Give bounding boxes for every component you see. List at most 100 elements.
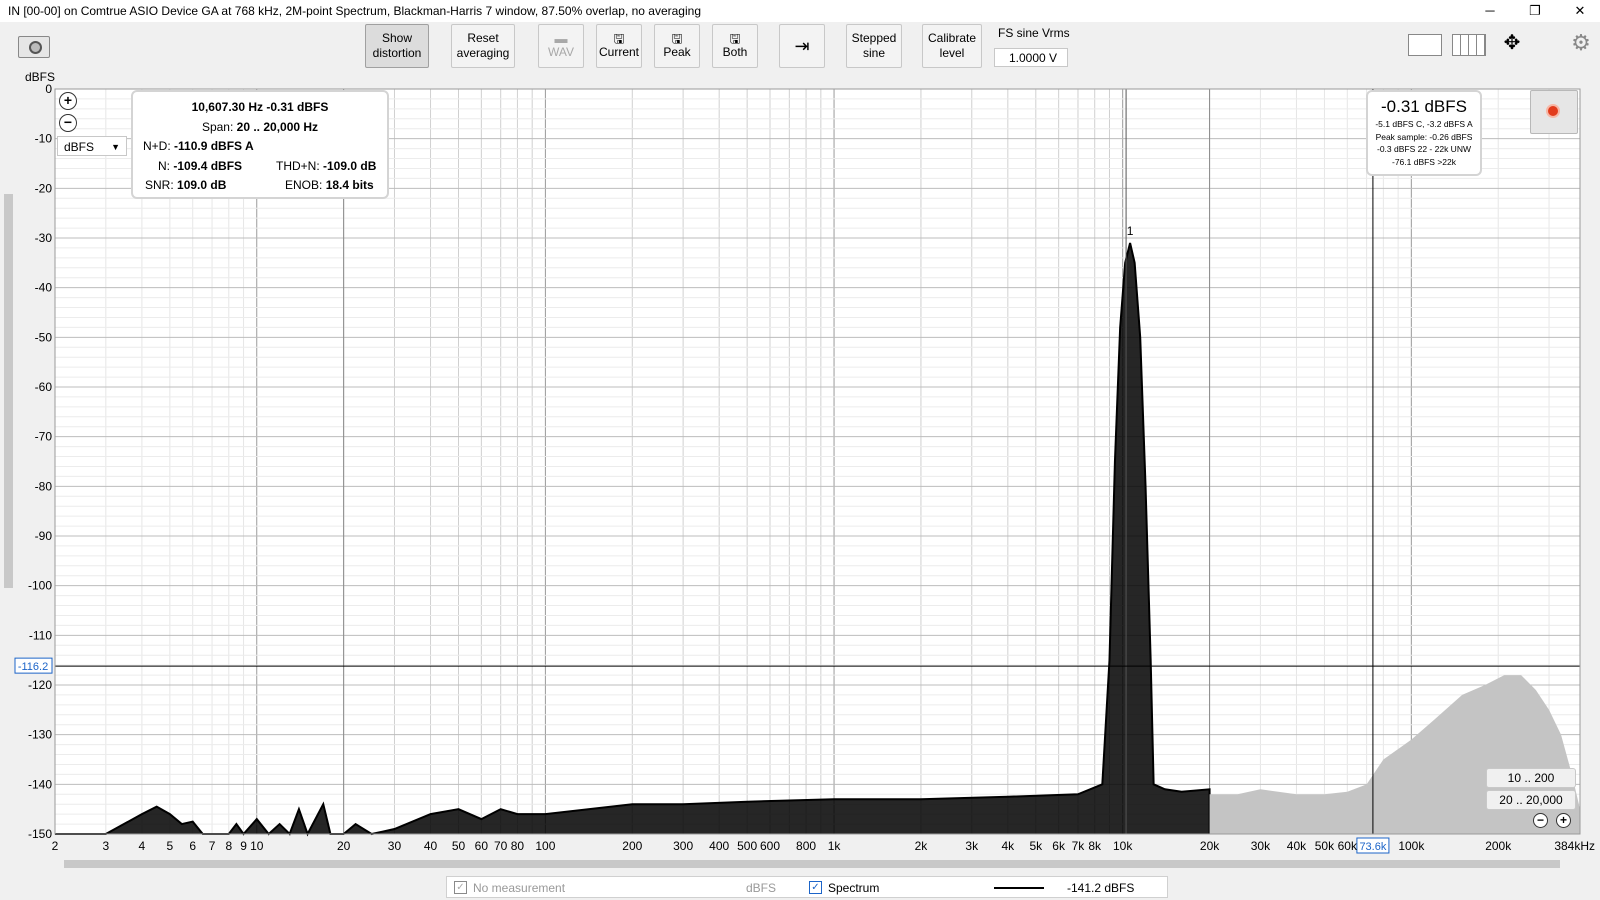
legend-bar: ✓ No measurement dBFS ✓ Spectrum -141.2 … <box>446 876 1168 898</box>
x-tick-label: 50k <box>1315 839 1335 853</box>
y-tick-label: -100 <box>28 579 52 593</box>
y-tick-label: -90 <box>35 529 53 543</box>
level-readout: -0.31 dBFS -5.1 dBFS C, -3.2 dBFS A Peak… <box>1366 90 1482 176</box>
thdn-value: -109.0 dB <box>323 159 377 173</box>
x-tick-label: 30 <box>388 839 402 853</box>
cursor-x-label: 73.6k <box>1359 841 1386 853</box>
x-tick-label: 20 <box>337 839 351 853</box>
n-label: N: <box>158 159 170 173</box>
x-tick-label: 70 <box>494 839 508 853</box>
y-tick-label: -60 <box>35 380 53 394</box>
y-tick-label: -140 <box>28 777 52 791</box>
x-tick-label: 300 <box>673 839 693 853</box>
range-20-20000-button[interactable]: 20 .. 20,000 <box>1486 790 1576 810</box>
x-zoom-in-icon[interactable]: + <box>1556 813 1571 828</box>
nd-value: -110.9 dBFS A <box>174 139 254 153</box>
y-tick-label: -50 <box>35 330 53 344</box>
y-tick-label: -20 <box>35 181 53 195</box>
x-tick-label: 40k <box>1287 839 1307 853</box>
y-tick-label: -80 <box>35 479 53 493</box>
x-tick-label: 384kHz <box>1554 839 1595 853</box>
snr-value: 109.0 dB <box>177 178 227 192</box>
nd-label: N+D: <box>143 139 171 153</box>
x-tick-label: 1k <box>828 839 842 853</box>
record-button[interactable] <box>1530 90 1578 134</box>
unit-select[interactable]: dBFS ▼ <box>57 136 127 156</box>
peak-label: 1 <box>1127 224 1134 238</box>
y-tick-label: -40 <box>35 281 53 295</box>
x-tick-label: 200k <box>1485 839 1512 853</box>
vertical-scrollbar[interactable] <box>4 96 13 826</box>
x-tick-label: 20k <box>1200 839 1220 853</box>
level-main-value: -0.31 dBFS <box>1381 97 1467 116</box>
x-tick-label: 10 <box>250 839 264 853</box>
freq-level-readout: 10,607.30 Hz -0.31 dBFS <box>191 100 329 114</box>
enob-label: ENOB: <box>285 178 323 192</box>
x-tick-label: 2k <box>915 839 929 853</box>
level-line: -76.1 dBFS >22k <box>1391 156 1457 167</box>
spectrum-line-swatch <box>994 887 1044 889</box>
y-tick-label: -70 <box>35 430 53 444</box>
cursor-readout-value: -141.2 dBFS <box>1067 881 1135 895</box>
y-tick-label: -110 <box>29 628 52 642</box>
x-tick-label: 7k <box>1072 839 1086 853</box>
unit-select-value: dBFS <box>64 140 95 154</box>
x-tick-label: 600 <box>760 839 780 853</box>
measurement-readout: 10,607.30 Hz -0.31 dBFS Span: 20 .. 20,0… <box>131 90 389 199</box>
x-tick-label: 3 <box>102 839 109 853</box>
x-tick-label: 4 <box>139 839 146 853</box>
n-value: -109.4 dBFS <box>173 159 243 173</box>
plot-area <box>55 89 1580 834</box>
x-tick-label: 8k <box>1088 839 1102 853</box>
x-tick-label: 200 <box>622 839 642 853</box>
x-tick-label: 500 <box>737 839 757 853</box>
span-label: Span: <box>201 120 234 134</box>
y-axis-unit-label: dBFS <box>25 70 56 84</box>
horizontal-scrollbar[interactable] <box>64 860 1560 868</box>
x-tick-label: 10k <box>1113 839 1133 853</box>
chevron-down-icon: ▼ <box>111 142 120 152</box>
zoom-in-icon[interactable]: + <box>59 92 77 110</box>
x-tick-label: 6k <box>1052 839 1066 853</box>
x-tick-label: 50 <box>452 839 466 853</box>
level-line: -0.3 dBFS 22 - 22k UNW <box>1376 144 1471 154</box>
y-tick-label: -120 <box>28 678 52 692</box>
vertical-scrollbar-thumb[interactable] <box>4 194 13 588</box>
x-tick-label: 9 <box>240 839 247 853</box>
x-tick-label: 3k <box>965 839 979 853</box>
x-tick-label: 60k <box>1338 839 1358 853</box>
x-tick-label: 100k <box>1398 839 1425 853</box>
x-tick-label: 800 <box>796 839 816 853</box>
x-tick-label: 40 <box>424 839 438 853</box>
record-icon <box>1546 104 1560 118</box>
y-tick-label: 0 <box>45 82 52 96</box>
x-tick-label: 30k <box>1251 839 1271 853</box>
y-tick-label: -130 <box>28 728 52 742</box>
x-tick-label: 7 <box>209 839 216 853</box>
x-tick-label: 8 <box>225 839 232 853</box>
zoom-out-icon[interactable]: − <box>59 114 77 132</box>
x-tick-label: 2 <box>52 839 59 853</box>
y-tick-label: -10 <box>35 132 53 146</box>
y-tick-label: -30 <box>35 231 53 245</box>
snr-label: SNR: <box>145 178 174 192</box>
spectrum-checkbox[interactable]: ✓ <box>809 881 822 894</box>
y-tick-label: -150 <box>28 827 52 841</box>
x-tick-label: 80 <box>511 839 525 853</box>
x-tick-label: 5 <box>167 839 174 853</box>
no-measurement-label: No measurement <box>473 881 566 895</box>
x-tick-label: 400 <box>709 839 729 853</box>
range-10-200-button[interactable]: 10 .. 200 <box>1486 768 1576 788</box>
legend-unit: dBFS <box>746 881 777 895</box>
level-line: -5.1 dBFS C, -3.2 dBFS A <box>1375 119 1473 129</box>
x-tick-label: 4k <box>1001 839 1015 853</box>
span-value: 20 .. 20,000 Hz <box>236 120 319 134</box>
spectrum-label: Spectrum <box>828 881 880 895</box>
no-measurement-checkbox[interactable]: ✓ <box>454 881 467 894</box>
x-zoom-out-icon[interactable]: − <box>1533 813 1548 828</box>
x-tick-label: 60 <box>475 839 489 853</box>
x-tick-label: 5k <box>1029 839 1043 853</box>
x-tick-label: 100 <box>535 839 555 853</box>
thdn-label: THD+N: <box>276 159 320 173</box>
x-tick-label: 6 <box>189 839 196 853</box>
